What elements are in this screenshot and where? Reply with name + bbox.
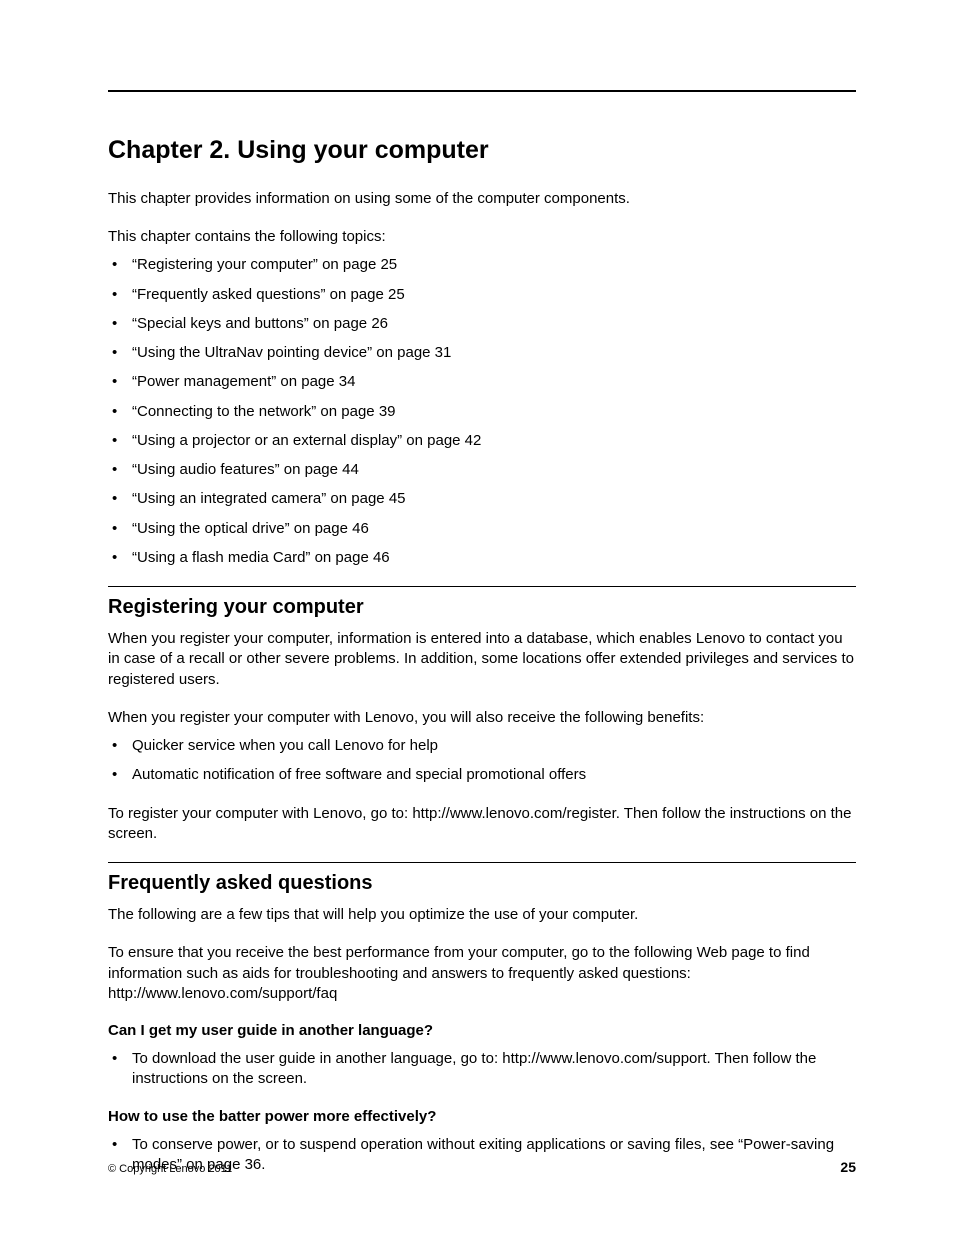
registering-paragraph-3: To register your computer with Lenovo, g…	[108, 804, 856, 845]
top-horizontal-rule	[108, 90, 856, 92]
faq-paragraph-2: To ensure that you receive the best perf…	[108, 943, 856, 1004]
topic-item: “Using the optical drive” on page 46	[108, 519, 856, 539]
topic-item: “Connecting to the network” on page 39	[108, 402, 856, 422]
page-number: 25	[840, 1159, 856, 1175]
benefits-list: Quicker service when you call Lenovo for…	[108, 736, 856, 786]
section-title-faq: Frequently asked questions	[108, 871, 856, 895]
chapter-title: Chapter 2. Using your computer	[108, 136, 856, 165]
topic-item: “Using a flash media Card” on page 46	[108, 548, 856, 568]
topic-item: “Using a projector or an external displa…	[108, 431, 856, 451]
section-divider	[108, 586, 856, 587]
faq-answer-list-1: To download the user guide in another la…	[108, 1049, 856, 1090]
faq-answer-item: To download the user guide in another la…	[108, 1049, 856, 1090]
page-footer: © Copyright Lenovo 2011 25	[108, 1159, 856, 1175]
faq-question-1: Can I get my user guide in another langu…	[108, 1022, 856, 1039]
topics-intro-paragraph: This chapter contains the following topi…	[108, 227, 856, 247]
topics-list: “Registering your computer” on page 25 “…	[108, 255, 856, 568]
topic-item: “Special keys and buttons” on page 26	[108, 314, 856, 334]
topic-item: “Frequently asked questions” on page 25	[108, 285, 856, 305]
topic-item: “Using the UltraNav pointing device” on …	[108, 343, 856, 363]
topic-item: “Registering your computer” on page 25	[108, 255, 856, 275]
faq-question-2: How to use the batter power more effecti…	[108, 1108, 856, 1125]
document-page: Chapter 2. Using your computer This chap…	[0, 0, 954, 1235]
topic-item: “Power management” on page 34	[108, 372, 856, 392]
chapter-intro-paragraph: This chapter provides information on usi…	[108, 189, 856, 209]
registering-paragraph-1: When you register your computer, informa…	[108, 629, 856, 690]
topic-item: “Using an integrated camera” on page 45	[108, 489, 856, 509]
section-title-registering: Registering your computer	[108, 595, 856, 619]
registering-paragraph-2: When you register your computer with Len…	[108, 708, 856, 728]
benefit-item: Quicker service when you call Lenovo for…	[108, 736, 856, 756]
section-divider	[108, 862, 856, 863]
faq-paragraph-1: The following are a few tips that will h…	[108, 905, 856, 925]
benefit-item: Automatic notification of free software …	[108, 765, 856, 785]
copyright-text: © Copyright Lenovo 2011	[108, 1163, 232, 1175]
topic-item: “Using audio features” on page 44	[108, 460, 856, 480]
